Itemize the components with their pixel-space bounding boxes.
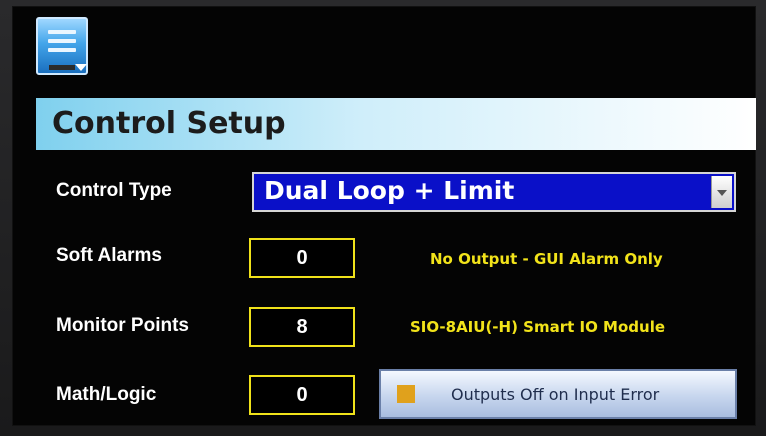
control-type-label: Control Type (56, 180, 172, 201)
toggle-indicator (397, 385, 415, 403)
title-bar: Control Setup (36, 98, 756, 150)
monitor-points-field[interactable]: 8 (249, 307, 355, 347)
soft-alarms-label: Soft Alarms (56, 245, 162, 266)
touchscreen (12, 6, 756, 426)
monitor-points-info: SIO-8AIU(-H) Smart IO Module (410, 318, 666, 336)
soft-alarms-field[interactable]: 0 (249, 238, 355, 278)
page-title: Control Setup (52, 106, 286, 141)
monitor-points-label: Monitor Points (56, 315, 189, 336)
chevron-down-icon (717, 190, 727, 196)
math-logic-field[interactable]: 0 (249, 375, 355, 415)
outputs-off-label: Outputs Off on Input Error (451, 385, 660, 404)
outputs-off-toggle[interactable]: Outputs Off on Input Error (379, 369, 737, 419)
control-type-value: Dual Loop + Limit (264, 176, 515, 205)
soft-alarms-info: No Output - GUI Alarm Only (430, 250, 663, 268)
menu-button[interactable] (36, 17, 88, 75)
dropdown-button[interactable] (711, 176, 732, 208)
math-logic-label: Math/Logic (56, 384, 157, 405)
control-type-select[interactable]: Dual Loop + Limit (252, 172, 736, 212)
